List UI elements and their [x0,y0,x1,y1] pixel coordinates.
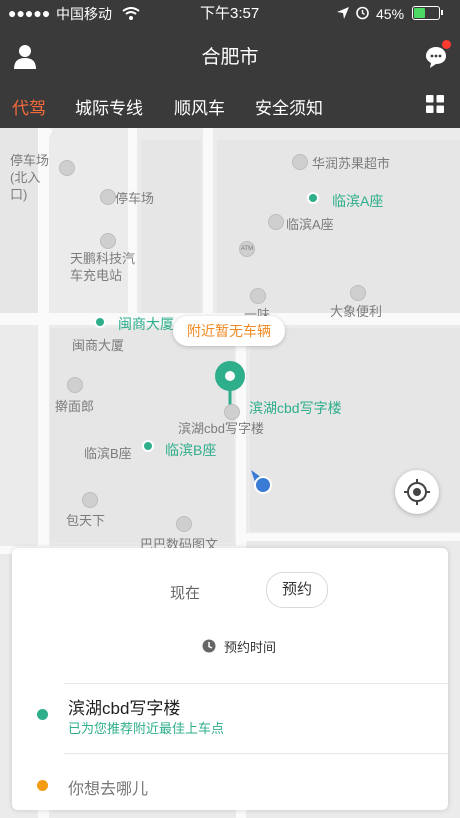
map-label-parking: 停车场 [115,191,155,206]
map-block [141,140,201,313]
reserve-time-label: 预约时间 [224,640,277,655]
map-label-linbin-b: 临滨B座 [84,446,132,461]
tab-safety[interactable]: 安全须知 [255,94,323,119]
food-poi-icon [82,492,98,508]
mode-now-option[interactable]: 现在 [170,582,200,603]
map-label-parking-north: 停车场(北入口) [10,153,50,202]
map-label-minshang-green: 闽商大厦 [118,316,174,332]
pickup-dot [37,709,48,720]
location-arrow-icon [337,7,349,19]
building-marker [307,192,319,204]
shop-poi-icon [250,288,266,304]
clock-icon [202,639,216,653]
road [128,128,137,318]
unread-badge [442,40,451,49]
map-label-minshang: 闽商大厦 [72,338,125,353]
locate-me-button[interactable] [395,470,439,514]
charging-poi-icon [100,233,116,249]
tab-carpool[interactable]: 顺风车 [174,94,225,119]
tab-intercity[interactable]: 城际专线 [75,94,143,119]
clock-label: 下午3:57 [200,5,260,22]
carrier-label: 中国移动 [56,6,112,22]
tab-daijia[interactable]: 代驾 [12,94,46,119]
map-label-linbin-a: 临滨A座 [286,217,334,232]
road [203,128,213,318]
messages-button[interactable] [424,40,451,68]
map-label-janmianlang: 擀面郎 [55,399,95,414]
road [246,533,460,541]
building-marker [142,440,154,452]
parking-poi-icon [59,160,75,176]
map-label-binhu: 滨湖cbd写字楼 [178,421,264,436]
destination-row[interactable]: 你想去哪儿 [12,758,448,808]
wifi-icon [122,7,140,20]
crosshair-icon [404,479,430,505]
battery-icon [412,6,440,20]
booking-card: 现在 预约 预约时间 滨湖cbd写字楼 已为您推荐附近最佳上车点 你想去哪儿 [12,548,448,810]
pickup-address: 滨湖cbd写字楼 [68,699,181,718]
parking-poi-icon [100,189,116,205]
pickup-hint: 已为您推荐附近最佳上车点 [68,721,225,736]
building-poi-icon [268,214,284,230]
pickup-row[interactable]: 滨湖cbd写字楼 已为您推荐附近最佳上车点 [12,688,448,748]
shop-poi-icon [350,285,366,301]
map-label-daxiang: 大象便利 [330,304,383,319]
atm-poi-icon: ATM [239,241,255,257]
map-label-binhu-green: 滨湖cbd写字楼 [249,400,342,416]
divider [64,683,448,684]
top-bar: ●●●●● 中国移动 下午3:57 45% 合肥市 代驾 城际专线 顺风车 安全… [0,0,460,128]
shopping-poi-icon [292,154,308,170]
grid-menu-icon[interactable] [426,95,444,113]
battery-label: 45% [376,6,405,22]
my-location-marker-icon [251,470,272,494]
building-marker [94,316,106,328]
pickup-pin-icon[interactable] [214,360,246,408]
map-label-linbin-b-green: 临滨B座 [165,442,217,458]
mode-reserve-option[interactable]: 预约 [266,572,328,608]
city-title[interactable]: 合肥市 [0,42,460,69]
map-label-charging: 天鹏科技汽车充电站 [70,251,136,283]
no-car-tooltip: 附近暂无车辆 [173,316,285,346]
map-label-baotianxia: 包天下 [66,513,106,528]
camera-poi-icon [176,516,192,532]
tooltip-text: 附近暂无车辆 [187,323,271,339]
food-poi-icon [67,377,83,393]
map-label-supermarket: 华润苏果超市 [312,156,391,171]
battery-tip [441,10,443,15]
signal-icon: ●●●●● [8,5,51,21]
destination-dot [37,780,48,791]
destination-input[interactable]: 你想去哪儿 [68,775,148,799]
alarm-icon [356,6,369,20]
map-label-linbin-a-green: 临滨A座 [332,193,384,209]
divider [64,753,448,754]
